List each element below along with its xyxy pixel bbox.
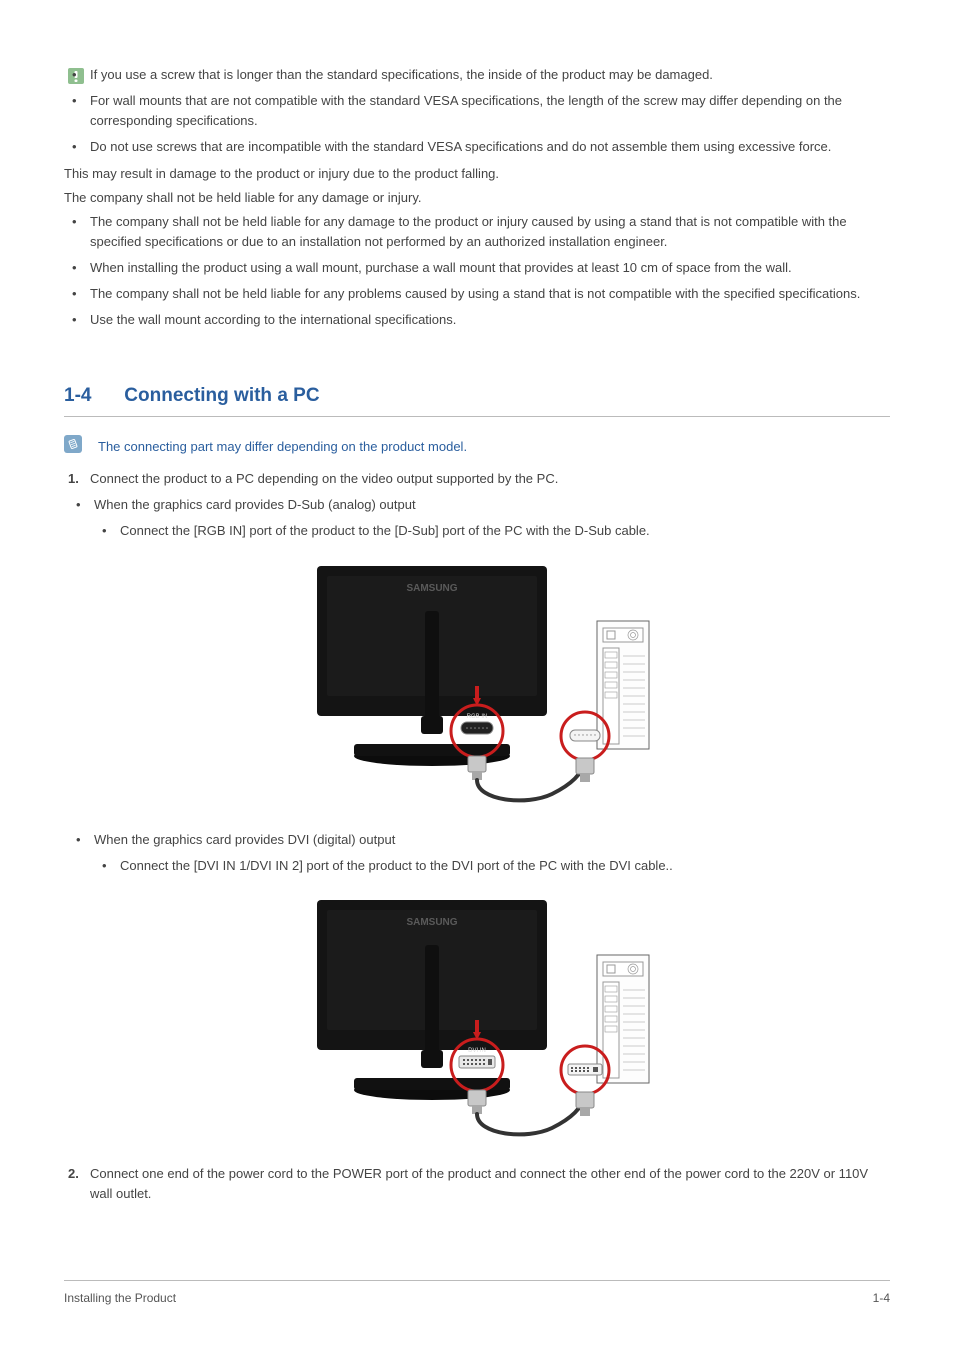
steps-list-2: Connect one end of the power cord to the…	[64, 1164, 890, 1204]
note-row: The connecting part may differ depending…	[64, 435, 890, 459]
section-heading-row: 1-4 Connecting with a PC	[64, 381, 890, 417]
bullet-text: When the graphics card provides DVI (dig…	[94, 832, 395, 847]
paragraph: The company shall not be held liable for…	[64, 188, 890, 208]
figure-dvi-connection: SAMSUNG DVI IN	[64, 890, 890, 1146]
bullet-item: When the graphics card provides DVI (dig…	[94, 830, 890, 876]
brand-label: SAMSUNG	[406, 917, 457, 928]
dsub-sub: Connect the [RGB IN] port of the product…	[94, 521, 890, 541]
warning-bullets-2: The company shall not be held liable for…	[64, 212, 890, 331]
port-label: RGB IN	[467, 714, 488, 720]
bullet-item: For wall mounts that are not compatible …	[90, 91, 890, 131]
section-number: 1-4	[64, 381, 119, 410]
bullet-item: When the graphics card provides D-Sub (a…	[94, 495, 890, 541]
dvi-group: When the graphics card provides DVI (dig…	[64, 830, 890, 876]
bullet-item: Do not use screws that are incompatible …	[90, 137, 890, 157]
brand-label: SAMSUNG	[406, 583, 457, 594]
footer-left: Installing the Product	[64, 1289, 176, 1308]
bullet-item: Connect the [DVI IN 1/DVI IN 2] port of …	[120, 856, 890, 876]
note-icon	[64, 435, 82, 459]
section-heading: 1-4 Connecting with a PC	[64, 385, 320, 406]
steps-list: Connect the product to a PC depending on…	[64, 469, 890, 489]
warning-bullets-1: If you use a screw that is longer than t…	[64, 65, 890, 158]
note-text: The connecting part may differ depending…	[98, 437, 467, 457]
bullet-item: Connect the [RGB IN] port of the product…	[120, 521, 890, 541]
bullet-item: The company shall not be held liable for…	[90, 212, 890, 252]
bullet-item: When installing the product using a wall…	[90, 258, 890, 278]
figure-rgb-connection: SAMSUNG RGB IN	[64, 556, 890, 812]
bullet-item: The company shall not be held liable for…	[90, 284, 890, 304]
step-1: Connect the product to a PC depending on…	[90, 469, 890, 489]
step-2: Connect one end of the power cord to the…	[90, 1164, 890, 1204]
bullet-item: Use the wall mount according to the inte…	[90, 310, 890, 330]
page-footer: Installing the Product 1-4	[64, 1280, 890, 1308]
paragraph: This may result in damage to the product…	[64, 164, 890, 184]
footer-right: 1-4	[873, 1289, 890, 1308]
bullet-item: If you use a screw that is longer than t…	[90, 65, 890, 85]
step-text: Connect one end of the power cord to the…	[90, 1166, 868, 1201]
section-title: Connecting with a PC	[124, 385, 319, 406]
port-label: DVI IN	[468, 1048, 486, 1054]
dvi-sub: Connect the [DVI IN 1/DVI IN 2] port of …	[94, 856, 890, 876]
page: If you use a screw that is longer than t…	[0, 0, 954, 1350]
dsub-group: When the graphics card provides D-Sub (a…	[64, 495, 890, 541]
bullet-text: When the graphics card provides D-Sub (a…	[94, 497, 416, 512]
step-text: Connect the product to a PC depending on…	[90, 471, 558, 486]
